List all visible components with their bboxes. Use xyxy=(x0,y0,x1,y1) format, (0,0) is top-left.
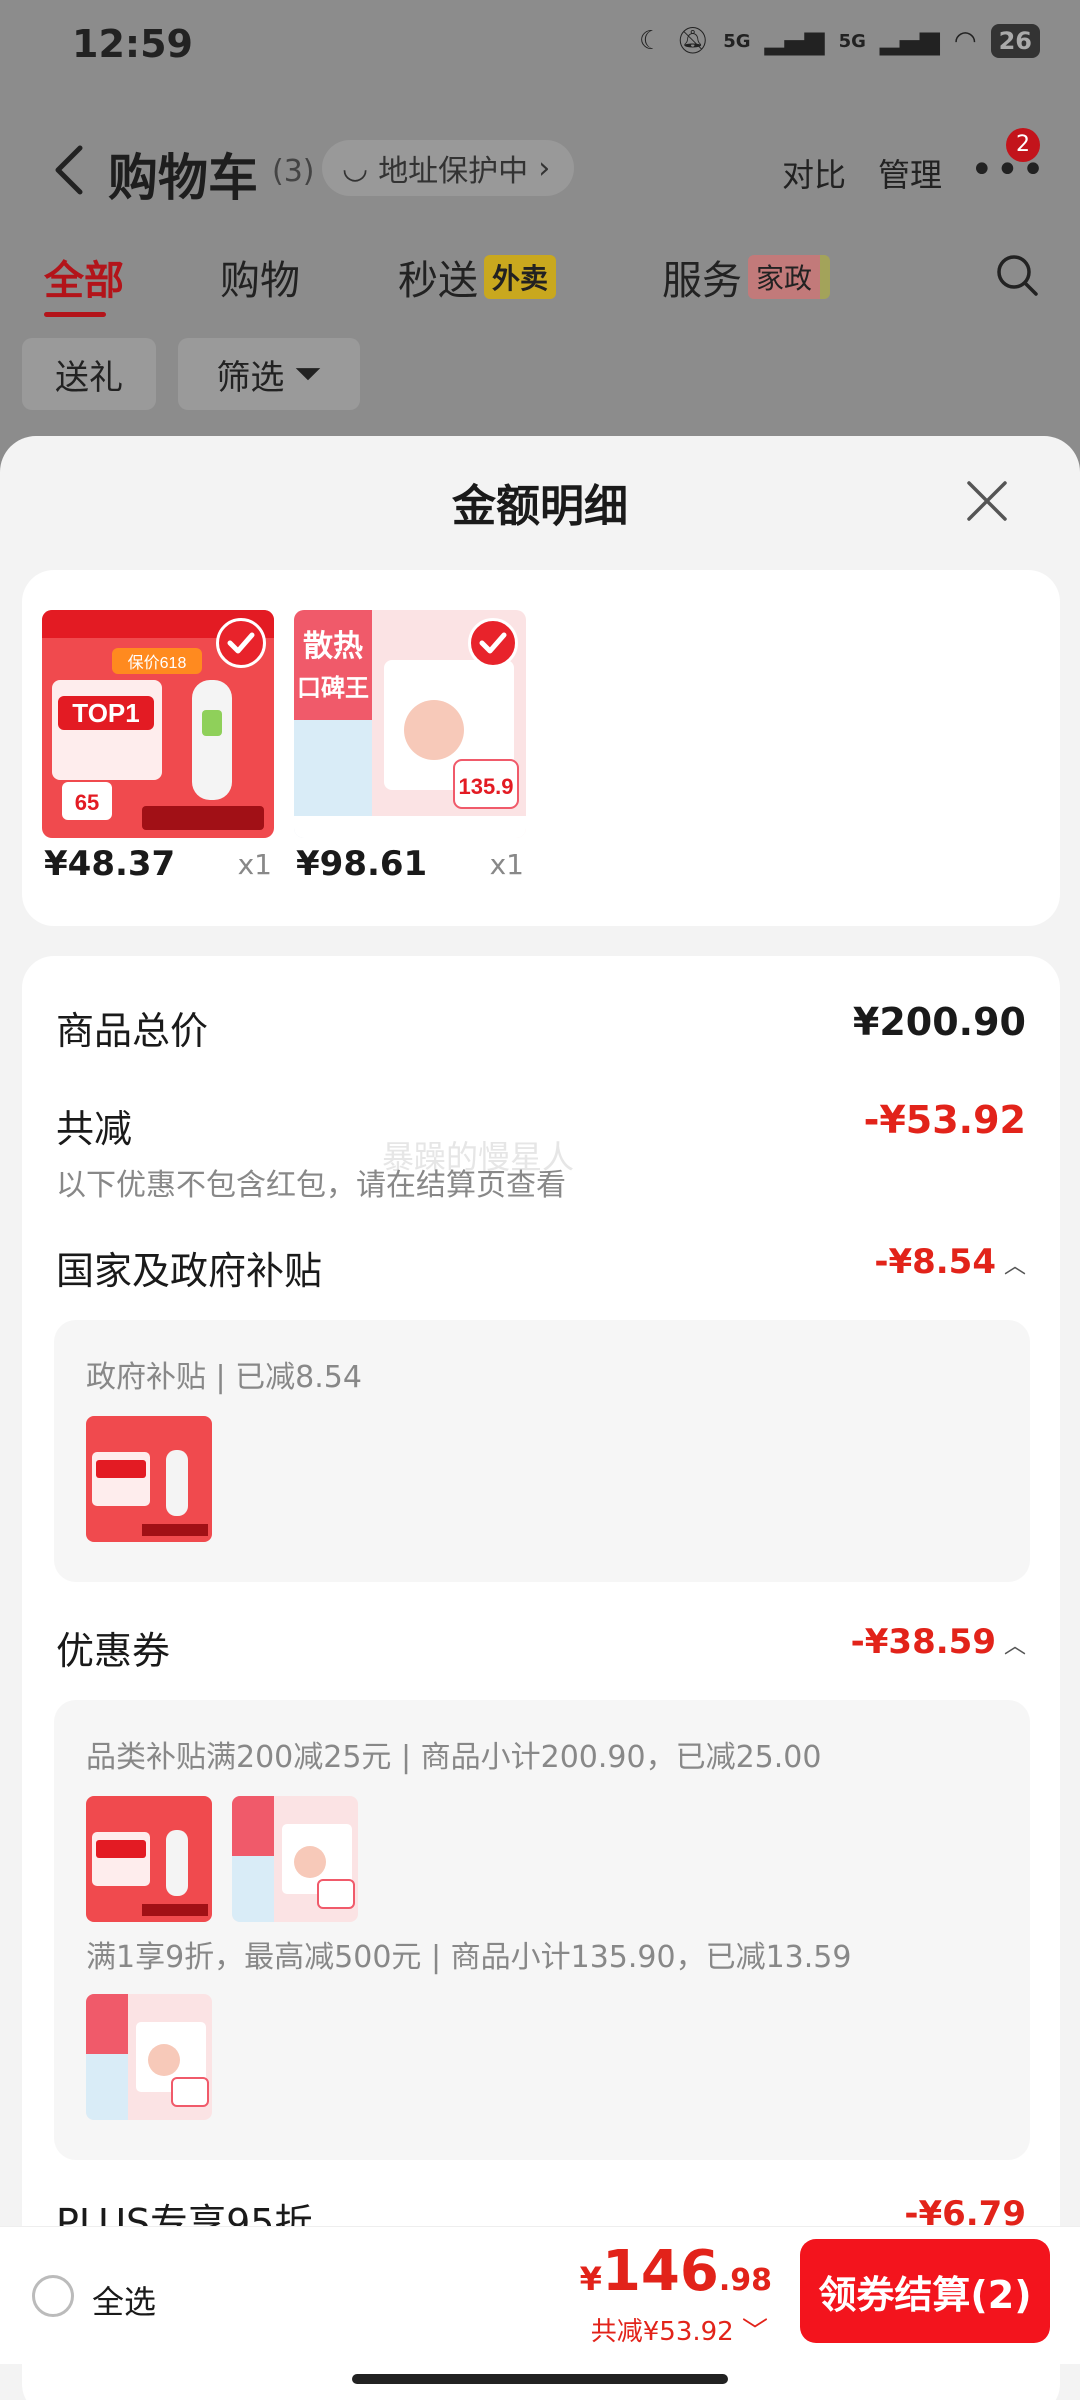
shield-smile-icon: ◡ xyxy=(342,150,369,186)
address-protection-label: 地址保护中 xyxy=(378,154,529,189)
total-decimal: .98 xyxy=(718,2263,772,2298)
gov-subsidy-panel: 政府补贴 | 已减8.54 xyxy=(54,1320,1030,1582)
tab-shopping[interactable]: 购物 xyxy=(220,248,300,306)
coupon-label: 优惠券 xyxy=(56,1629,171,1673)
total-price-label: 商品总价 xyxy=(56,1009,209,1053)
product-price: ¥48.37 xyxy=(44,844,176,884)
discount-label: 共减 xyxy=(56,1107,133,1151)
signal-5g-icon: 5G xyxy=(723,30,751,52)
checkout-button[interactable]: 领券结算(2) xyxy=(800,2239,1050,2343)
signal-bars-icon-2: ▂▄▆ xyxy=(879,26,940,56)
thermometer-thumbnail xyxy=(86,1416,212,1542)
product-item[interactable]: 散热 口碑王 135.9 ¥98.61 x1 xyxy=(294,610,526,884)
battery-icon: 26 xyxy=(990,24,1040,58)
tab-instant-delivery-label: 秒送 xyxy=(398,258,478,304)
wifi-icon: ◠ xyxy=(953,26,977,56)
cart-header: 购物车 (3) ◡ 地址保护中 › 对比 管理 ••• 2 xyxy=(0,128,1080,210)
total-integer: 146 xyxy=(601,2239,719,2304)
back-icon[interactable] xyxy=(50,142,90,198)
filter-funnel-icon: ⏷ xyxy=(294,354,322,394)
checkout-bar: 全选 ¥ 146 .98 共减¥53.92 ﹀ 领券结算(2) xyxy=(0,2226,1080,2364)
category-tabs: 全部 购物 秒送 外卖 服务 家政 xyxy=(0,248,1080,318)
signal-bars-icon: ▂▄▆ xyxy=(764,26,825,56)
mute-icon: 🔕︎ xyxy=(676,26,710,56)
price-detail-card: 商品总价 ¥200.90 共减 -¥53.92 暴躁的慢星人 以下优惠不包含红包… xyxy=(22,956,1060,2400)
coupon-panel: 品类补贴满200减25元 | 商品小计200.90，已减25.00 满1享9折，… xyxy=(54,1700,1030,2160)
total-saving-label: 共减¥53.92 xyxy=(590,2317,734,2347)
tab-services-label: 服务 xyxy=(662,258,742,304)
thermometer-product-image: TOP1 保价618 65 xyxy=(42,610,274,838)
tab-all[interactable]: 全部 xyxy=(44,248,124,306)
compare-button[interactable]: 对比 xyxy=(782,150,846,196)
coupon-rule-2: 满1享9折，最高减500元 | 商品小计135.90，已减13.59 xyxy=(86,1940,852,1975)
manage-button[interactable]: 管理 xyxy=(878,150,942,196)
coupon-value: -¥38.59 xyxy=(850,1622,996,1662)
chevron-right-icon: › xyxy=(538,150,551,186)
coupon-rule-1: 品类补贴满200减25元 | 商品小计200.90，已减25.00 xyxy=(86,1740,822,1775)
product-2-image-number: 135.9 xyxy=(458,774,513,799)
discount-value: -¥53.92 xyxy=(863,1098,1026,1142)
tab-active-indicator xyxy=(44,312,106,317)
product-qty: x1 xyxy=(237,848,272,881)
product-1-image-tag: 保价618 xyxy=(128,654,187,672)
chevron-down-icon: ﹀ xyxy=(741,2317,768,2347)
product-2-image-subtitle: 口碑王 xyxy=(297,674,369,702)
product-qty: x1 xyxy=(489,848,524,881)
coupon-toggle[interactable]: -¥38.59 ︿ xyxy=(851,1622,1026,1662)
cart-page-background: 12:59 ☾ 🔕︎ 5G ▂▄▆ 5G ▂▄▆ ◠ 26 购物车 (3) ◡ … xyxy=(0,0,1080,470)
signal-5g-icon-2: 5G xyxy=(838,30,866,52)
filter-chip[interactable]: 筛选 ⏷ xyxy=(178,338,360,410)
tab-services[interactable]: 服务 家政 xyxy=(662,248,831,306)
total-price-value: ¥200.90 xyxy=(852,1000,1026,1044)
status-time: 12:59 xyxy=(72,22,193,66)
gov-subsidy-panel-title: 政府补贴 | 已减8.54 xyxy=(86,1360,362,1395)
page-title: 购物车 xyxy=(108,149,258,207)
close-icon[interactable] xyxy=(964,478,1010,524)
total-currency: ¥ xyxy=(579,2260,602,2298)
takeout-tag: 外卖 xyxy=(484,255,557,299)
home-indicator[interactable] xyxy=(352,2374,728,2384)
tab-shopping-label: 购物 xyxy=(220,258,300,304)
housekeeping-tag: 家政 xyxy=(748,255,831,299)
address-protection-pill[interactable]: ◡ 地址保护中 › xyxy=(322,140,575,196)
sheet-title: 金额明细 xyxy=(452,481,628,532)
tab-instant-delivery[interactable]: 秒送 外卖 xyxy=(398,248,557,306)
product-1-image-number: 65 xyxy=(75,790,99,815)
selected-check-icon xyxy=(216,618,266,668)
moon-icon: ☾ xyxy=(638,26,663,56)
gift-filter-chip[interactable]: 送礼 xyxy=(22,338,156,410)
status-icons: ☾ 🔕︎ 5G ▂▄▆ 5G ▂▄▆ ◠ 26 xyxy=(639,24,1040,58)
total-payable: ¥ 146 .98 xyxy=(580,2239,772,2304)
product-price: ¥98.61 xyxy=(296,844,428,884)
search-icon[interactable] xyxy=(994,252,1040,298)
product-2-image-title: 散热 xyxy=(303,630,363,663)
total-saving-toggle[interactable]: 共减¥53.92 ﹀ xyxy=(591,2311,768,2348)
product-1-image-text: TOP1 xyxy=(72,698,139,728)
gov-subsidy-label: 国家及政府补贴 xyxy=(56,1249,323,1293)
diaper-thumbnail xyxy=(86,1994,212,2120)
diaper-product-image: 散热 口碑王 135.9 xyxy=(294,610,526,838)
product-item[interactable]: TOP1 保价618 65 ¥48.37 x1 xyxy=(42,610,274,884)
select-all-label[interactable]: 全选 xyxy=(92,2277,156,2323)
selected-check-icon xyxy=(468,618,518,668)
notification-badge: 2 xyxy=(1006,128,1040,162)
products-card: TOP1 保价618 65 ¥48.37 x1 散热 口碑王 135.9 ¥98… xyxy=(22,570,1060,926)
cart-count: (3) xyxy=(272,154,315,189)
diaper-thumbnail xyxy=(232,1796,358,1922)
amount-detail-sheet: 金额明细 TOP1 保价618 65 ¥48.37 x1 散热 口碑王 135.… xyxy=(0,436,1080,2400)
tab-all-label: 全部 xyxy=(44,258,124,304)
gov-subsidy-toggle[interactable]: -¥8.54 ︿ xyxy=(874,1242,1026,1282)
select-all-radio[interactable] xyxy=(32,2275,74,2317)
more-button[interactable]: ••• 2 xyxy=(970,128,1045,190)
gift-chip-label: 送礼 xyxy=(55,357,123,398)
chevron-up-icon: ︿ xyxy=(1003,1634,1026,1659)
discount-note: 以下优惠不包含红包，请在结算页查看 xyxy=(56,1168,566,1203)
filter-chip-label: 筛选 xyxy=(216,357,285,398)
gov-subsidy-value: -¥8.54 xyxy=(874,1242,996,1282)
thermometer-thumbnail xyxy=(86,1796,212,1922)
chevron-up-icon: ︿ xyxy=(1003,1254,1026,1279)
status-bar: 12:59 ☾ 🔕︎ 5G ▂▄▆ 5G ▂▄▆ ◠ 26 xyxy=(0,0,1080,90)
